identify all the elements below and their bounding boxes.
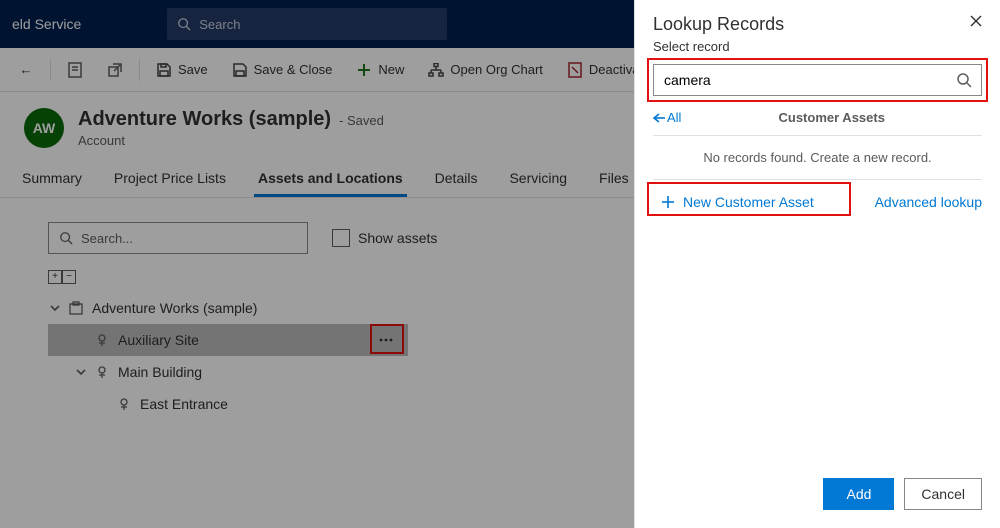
- add-button[interactable]: Add: [823, 478, 894, 510]
- lookup-panel: Lookup Records Select record All Custome…: [634, 0, 1000, 528]
- lookup-search-input[interactable]: [653, 64, 982, 96]
- search-icon: [956, 72, 972, 88]
- panel-subtitle: Select record: [653, 39, 784, 54]
- close-button[interactable]: [970, 14, 982, 30]
- back-to-all-link[interactable]: All: [653, 110, 681, 125]
- lookup-group-heading: Customer Assets: [779, 110, 885, 125]
- close-icon: [970, 15, 982, 27]
- back-arrow-icon: [653, 113, 665, 123]
- cancel-button[interactable]: Cancel: [904, 478, 982, 510]
- panel-title: Lookup Records: [653, 14, 784, 35]
- modal-backdrop: [0, 0, 634, 528]
- advanced-lookup-link[interactable]: Advanced lookup: [875, 194, 982, 210]
- new-customer-asset-link[interactable]: New Customer Asset: [653, 190, 822, 214]
- no-records-message: No records found. Create a new record.: [653, 136, 982, 180]
- plus-icon: [661, 195, 675, 209]
